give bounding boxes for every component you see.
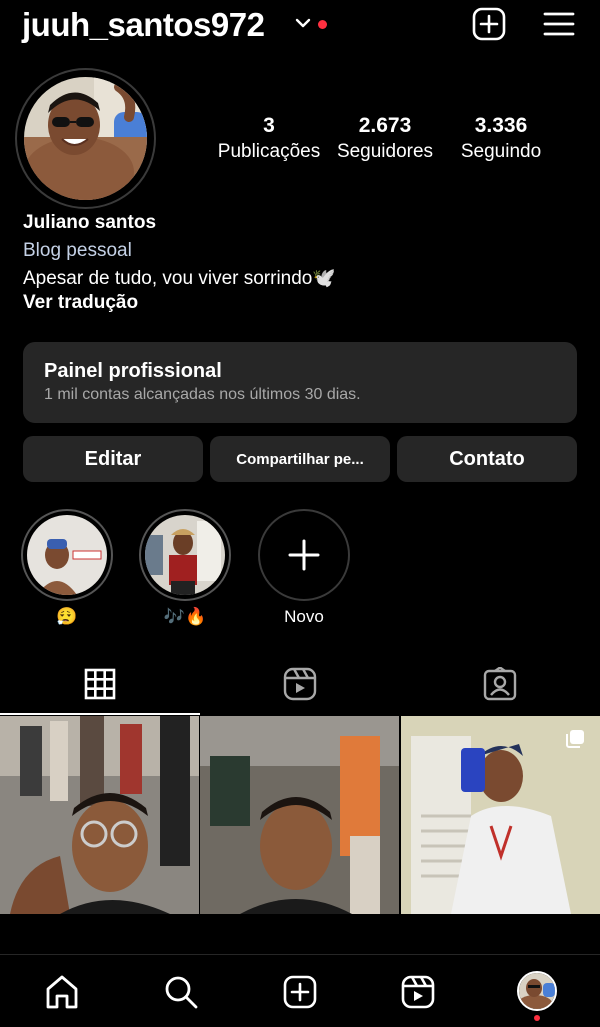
highlight-2[interactable]: 🎶🔥 <box>139 509 231 627</box>
post-thumbnail[interactable] <box>200 716 399 914</box>
menu-icon[interactable] <box>542 7 576 41</box>
stat-posts-label: Publicações <box>217 141 321 162</box>
dashboard-title: Painel profissional <box>44 360 222 382</box>
stat-posts[interactable]: 3 Publicações <box>212 114 326 166</box>
tagged-icon[interactable] <box>483 667 517 701</box>
stat-posts-value: 3 <box>263 114 275 137</box>
new-highlight-button[interactable]: Novo <box>258 509 350 627</box>
highlight-1-cover <box>27 515 107 595</box>
add-post-icon[interactable] <box>472 7 506 41</box>
active-tab-indicator <box>0 713 200 715</box>
plus-icon <box>288 539 320 571</box>
carousel-icon <box>566 730 584 748</box>
highlight-2-label: 🎶🔥 <box>163 607 207 626</box>
new-highlight-label: Novo <box>284 607 324 626</box>
post-thumbnail[interactable] <box>401 716 600 914</box>
stat-followers[interactable]: 2.673 Seguidores <box>328 114 442 166</box>
notification-dot <box>318 20 327 29</box>
grid-icon[interactable] <box>84 668 116 700</box>
display-name: Juliano santos <box>23 212 157 233</box>
highlight-2-ring <box>139 509 231 601</box>
create-icon[interactable] <box>282 974 318 1010</box>
home-icon[interactable] <box>44 974 80 1010</box>
stat-followers-value: 2.673 <box>358 114 412 137</box>
share-profile-button[interactable]: Compartilhar pe... <box>210 436 390 482</box>
professional-dashboard[interactable]: Painel profissional 1 mil contas alcança… <box>23 342 577 423</box>
reels-tab-icon[interactable] <box>283 667 317 701</box>
contact-button[interactable]: Contato <box>397 436 577 482</box>
reels-icon[interactable] <box>400 974 436 1010</box>
chevron-down-icon[interactable] <box>294 14 312 32</box>
see-translation-link[interactable]: Ver tradução <box>23 292 138 314</box>
bio-text: Apesar de tudo, vou viver sorrindo🕊️ <box>23 268 337 289</box>
profile-tab-avatar[interactable] <box>517 971 557 1011</box>
profile-category: Blog pessoal <box>23 240 132 261</box>
highlight-1-label: 😮‍💨 <box>56 607 78 626</box>
new-highlight-ring <box>258 509 350 601</box>
highlight-1[interactable]: 😮‍💨 <box>21 509 113 627</box>
bottom-navigation <box>0 954 600 1027</box>
stat-following-label: Seguindo <box>460 141 542 162</box>
stat-following-value: 3.336 <box>474 114 528 137</box>
top-bar: juuh_santos972 <box>0 0 600 54</box>
post-thumbnail[interactable] <box>0 716 199 914</box>
highlight-1-ring <box>21 509 113 601</box>
profile-avatar[interactable] <box>24 77 147 200</box>
profile-notification-dot <box>534 1015 540 1021</box>
stat-following[interactable]: 3.336 Seguindo <box>444 114 558 166</box>
stat-followers-label: Seguidores <box>336 141 434 162</box>
dashboard-subtitle: 1 mil contas alcançadas nos últimos 30 d… <box>44 386 361 403</box>
username-switcher[interactable]: juuh_santos972 <box>22 6 265 44</box>
edit-profile-button[interactable]: Editar <box>23 436 203 482</box>
highlight-2-cover <box>145 515 225 595</box>
search-icon[interactable] <box>163 974 199 1010</box>
